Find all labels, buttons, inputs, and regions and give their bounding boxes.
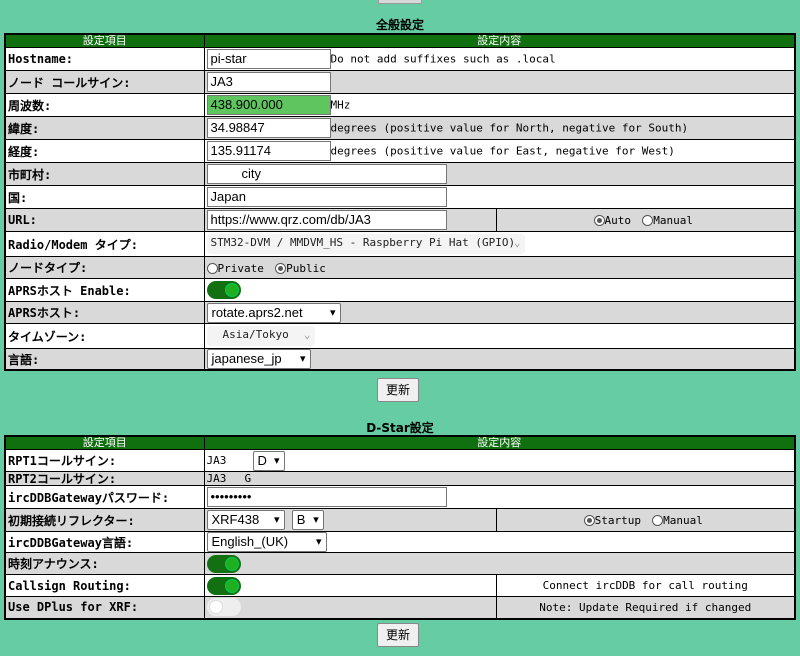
reflector-module-select[interactable]: B ▾ [291, 510, 324, 530]
chevron-down-icon: ⌄ [513, 236, 521, 249]
country-input[interactable]: Japan [206, 187, 447, 207]
manual-radio[interactable] [652, 515, 664, 526]
aprs-enable-toggle[interactable] [206, 281, 241, 299]
callsign-routing-note: Connect ircDDB for call routing [495, 574, 796, 597]
url-manual-label: Manual [653, 214, 693, 227]
latitude-label: 緯度: [4, 116, 205, 140]
reflector-module-value: B [296, 512, 306, 527]
dplus-note: Note: Update Required if changed [495, 596, 796, 619]
dplus-toggle[interactable] [206, 598, 241, 617]
language-select[interactable]: japanese_jp ▾ [206, 349, 311, 369]
timezone-value: Asia/Tokyo [222, 328, 289, 341]
latitude-input[interactable]: 34.98847 [206, 118, 331, 138]
aprs-host-label: APRSホスト: [4, 301, 205, 324]
hostname-note: Do not add suffixes such as .local [330, 52, 556, 66]
gateway-language-select[interactable]: English_(UK) ▾ [206, 532, 327, 552]
node-public-label: Public [286, 261, 326, 275]
country-label: 国: [4, 185, 205, 209]
latitude-note: degrees (positive value for North, negat… [330, 121, 689, 135]
gateway-language-label: ircDDBGateway言語: [4, 531, 205, 553]
general-apply-button[interactable]: 更新 [377, 378, 419, 402]
url-auto-label: Auto [604, 214, 632, 227]
chevron-down-icon: ▾ [315, 536, 322, 548]
gateway-password-label: ircDDBGatewayパスワード: [4, 485, 205, 509]
manual-label: Manual [663, 514, 703, 527]
dstar-config-table: 設定項目 設定内容 RPT1コールサイン: JA3 D ▾ RPT2コールサイン: … [4, 435, 796, 620]
frequency-unit: MHz [330, 98, 351, 112]
url-input[interactable]: https://www.qrz.com/db/JA3 [206, 210, 447, 230]
timezone-label: タイムゾーン: [4, 323, 205, 349]
rpt2-module: G [244, 471, 252, 485]
startup-radio[interactable] [583, 515, 595, 526]
general-config-table: 設定項目 設定内容 Hostname: pi-star Do not add su… [4, 33, 796, 371]
modem-type-label: Radio/Modem タイプ: [4, 231, 205, 257]
node-private-radio[interactable] [206, 262, 218, 274]
chevron-down-icon: ▾ [273, 454, 280, 467]
callsign-label: ノード コールサイン: [4, 70, 205, 94]
modem-type-value: STM32-DVM / MMDVM_HS - Raspberry Pi Hat … [210, 236, 516, 249]
time-announce-toggle[interactable] [206, 554, 241, 573]
timezone-select[interactable]: Asia/Tokyo ⌄ [206, 326, 315, 346]
dstar-config-title: D-Star設定 [366, 421, 434, 435]
header-item: 設定項目 [4, 435, 205, 450]
rpt1-callsign: JA3 [206, 454, 227, 467]
callsign-routing-label: Callsign Routing: [4, 574, 205, 597]
node-type-label: ノードタイプ: [4, 256, 205, 279]
header-value: 設定内容 [203, 33, 796, 48]
town-input[interactable]: city [206, 164, 447, 184]
frequency-input[interactable]: 438.900.000 [206, 95, 331, 115]
aprs-enable-label: APRSホスト Enable: [4, 278, 205, 302]
aprs-host-select[interactable]: rotate.aprs2.net ▾ [206, 302, 341, 323]
rpt2-callsign: JA3 [206, 471, 227, 485]
callsign-input[interactable]: JA3 [206, 72, 331, 92]
language-value: japanese_jp [211, 351, 282, 366]
chevron-down-icon: ▾ [273, 514, 280, 526]
header-value: 設定内容 [203, 435, 796, 450]
reflector-select[interactable]: XRF438 ▾ [206, 510, 285, 530]
dstar-apply-button[interactable]: 更新 [377, 623, 419, 647]
chevron-down-icon: ⌄ [303, 328, 311, 341]
gateway-language-value: English_(UK) [211, 534, 289, 549]
longitude-note: degrees (positive value for East, negati… [330, 144, 675, 158]
chevron-down-icon: ▾ [329, 306, 336, 319]
url-label: URL: [4, 208, 205, 232]
general-config-title: 全般設定 [375, 18, 424, 32]
reflector-label: 初期接続リフレクター: [4, 508, 205, 532]
header-item: 設定項目 [4, 33, 205, 48]
startup-label: Startup [594, 514, 641, 527]
time-announce-label: 時刻アナウンス: [4, 552, 205, 575]
aprs-host-value: rotate.aprs2.net [211, 304, 303, 320]
node-public-radio[interactable] [275, 262, 287, 274]
modem-type-select[interactable]: STM32-DVM / MMDVM_HS - Raspberry Pi Hat … [206, 234, 525, 254]
chevron-down-icon: ▾ [299, 353, 306, 365]
node-private-label: Private [217, 261, 264, 275]
hostname-label: Hostname: [4, 47, 205, 71]
frequency-label: 周波数: [4, 93, 205, 117]
town-label: 市町村: [4, 162, 205, 186]
rpt1-module-select[interactable]: D ▾ [252, 450, 285, 471]
language-label: 言語: [4, 348, 205, 371]
rpt1-label: RPT1コールサイン: [4, 449, 205, 472]
longitude-input[interactable]: 135.91174 [206, 141, 331, 161]
dplus-label: Use DPlus for XRF: [4, 596, 205, 619]
url-auto-radio[interactable] [593, 215, 605, 226]
callsign-routing-toggle[interactable] [206, 576, 241, 595]
gateway-password-input[interactable]: ••••••••• [206, 487, 447, 507]
longitude-label: 経度: [4, 139, 205, 163]
hostname-input[interactable]: pi-star [206, 49, 331, 69]
rpt1-module-value: D [257, 452, 267, 468]
url-manual-radio[interactable] [642, 215, 654, 226]
rpt2-label: RPT2コールサイン: [4, 471, 205, 486]
chevron-down-icon: ▾ [313, 514, 319, 526]
reflector-value: XRF438 [211, 512, 260, 527]
top-button-edge [378, 0, 422, 4]
